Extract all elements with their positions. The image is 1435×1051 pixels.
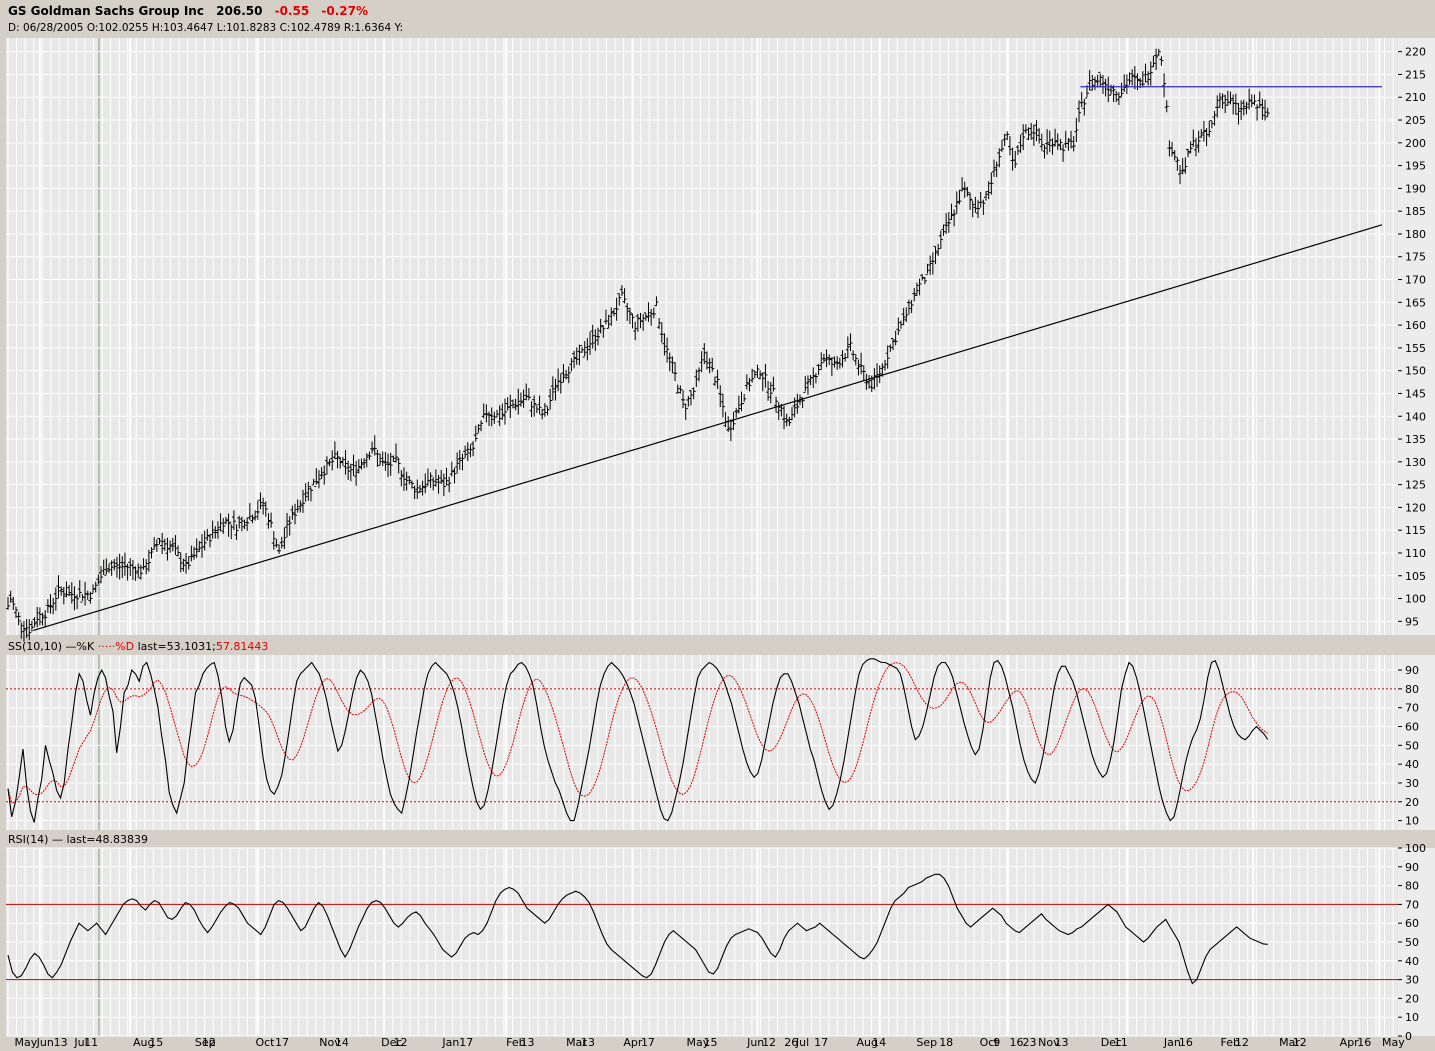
x-axis-label: Jan — [441, 1036, 459, 1049]
stoch-legend: SS(10,10) —%K ·····%D last=53.1031;57.81… — [8, 640, 268, 653]
price-axis-tick-label: 180 — [1405, 228, 1426, 241]
stoch-axis-tick-label: 20 — [1405, 796, 1419, 809]
rsi-axis-tick-label: 70 — [1405, 898, 1419, 911]
rsi-axis-tick-label: 50 — [1405, 936, 1419, 949]
x-axis-label: Jun — [36, 1036, 54, 1049]
price-axis-tick-label: 115 — [1405, 524, 1426, 537]
price-axis-tick-label: 175 — [1405, 251, 1426, 264]
panel-background-0 — [6, 38, 1398, 635]
x-axis-label: 16 — [1179, 1036, 1193, 1049]
price-axis-tick-label: 185 — [1405, 205, 1426, 218]
price-axis-tick-label: 110 — [1405, 547, 1426, 560]
panel-background-1 — [6, 655, 1398, 830]
x-axis-label: 18 — [939, 1036, 953, 1049]
price-axis-tick-label: 145 — [1405, 387, 1426, 400]
price-axis-tick-label: 160 — [1405, 319, 1426, 332]
price-axis-tick-label: 130 — [1405, 456, 1426, 469]
x-axis-label: 23 — [1023, 1036, 1037, 1049]
x-axis-label: Apr — [623, 1036, 643, 1049]
price-axis-tick-label: 100 — [1405, 593, 1426, 606]
stoch-axis-tick-label: 80 — [1405, 683, 1419, 696]
price-axis-tick-label: 165 — [1405, 296, 1426, 309]
price-axis-tick-label: 195 — [1405, 160, 1426, 173]
x-axis-label: 13 — [581, 1036, 595, 1049]
stock-chart[interactable]: 9510010511011512012513013514014515015516… — [0, 0, 1435, 1051]
rsi-axis-tick-label: 20 — [1405, 992, 1419, 1005]
stoch-axis-tick-label: 30 — [1405, 777, 1419, 790]
stoch-axis-tick-label: 10 — [1405, 815, 1419, 828]
rsi-axis-tick-label: 80 — [1405, 880, 1419, 893]
rsi-axis-tick-label: 60 — [1405, 917, 1419, 930]
x-axis-label: 17 — [459, 1036, 473, 1049]
x-axis-label: Jul — [795, 1036, 809, 1049]
price-axis-tick-label: 190 — [1405, 182, 1426, 195]
price-axis-tick-label: 200 — [1405, 137, 1426, 150]
x-axis-label: 15 — [703, 1036, 717, 1049]
x-axis-label: 17 — [641, 1036, 655, 1049]
x-axis-label: 13 — [1054, 1036, 1068, 1049]
axis-background-0 — [1398, 38, 1435, 635]
stoch-axis-tick-label: 60 — [1405, 721, 1419, 734]
price-axis-tick-label: 95 — [1405, 615, 1419, 628]
x-axis-label: 13 — [520, 1036, 534, 1049]
x-axis-label: May — [15, 1036, 38, 1049]
rsi-axis-tick-label: 10 — [1405, 1011, 1419, 1024]
price-axis-tick-label: 220 — [1405, 46, 1426, 59]
x-axis-label: 17 — [275, 1036, 289, 1049]
price-axis-tick-label: 135 — [1405, 433, 1426, 446]
price-axis-tick-label: 155 — [1405, 342, 1426, 355]
price-axis-tick-label: 120 — [1405, 501, 1426, 514]
x-axis-label: 15 — [149, 1036, 163, 1049]
x-axis-label: 14 — [872, 1036, 886, 1049]
stoch-axis-tick-label: 50 — [1405, 739, 1419, 752]
x-axis-label: 14 — [335, 1036, 349, 1049]
chart-panels — [6, 38, 1435, 1037]
stoch-axis-tick-label: 70 — [1405, 702, 1419, 715]
x-axis-label: 13 — [54, 1036, 68, 1049]
price-axis-tick-label: 125 — [1405, 479, 1426, 492]
stoch-axis-tick-label: 40 — [1405, 758, 1419, 771]
price-axis-tick-label: 150 — [1405, 365, 1426, 378]
price-axis-tick-label: 105 — [1405, 570, 1426, 583]
price-axis-tick-label: 215 — [1405, 68, 1426, 81]
x-axis-label: Sep — [916, 1036, 937, 1049]
price-axis-tick-label: 205 — [1405, 114, 1426, 127]
x-axis-label: 12 — [1235, 1036, 1249, 1049]
price-axis-tick-label: 170 — [1405, 274, 1426, 287]
x-axis-label: 9 — [993, 1036, 1000, 1049]
x-axis-label: 17 — [814, 1036, 828, 1049]
rsi-axis-tick-label: 0 — [1405, 1030, 1412, 1043]
x-axis-label: May — [1382, 1036, 1405, 1049]
x-axis-label: 16 — [1010, 1036, 1024, 1049]
price-axis-tick-label: 140 — [1405, 410, 1426, 423]
stoch-axis-tick-label: 90 — [1405, 664, 1419, 677]
rsi-axis-tick-label: 30 — [1405, 974, 1419, 987]
x-axis-label: 11 — [84, 1036, 98, 1049]
rsi-axis-tick-label: 100 — [1405, 842, 1426, 855]
x-axis-label: 12 — [202, 1036, 216, 1049]
rsi-legend: RSI(14) — last=48.83839 — [8, 833, 148, 846]
x-axis-label: Oct — [255, 1036, 275, 1049]
x-axis-label: 11 — [1114, 1036, 1128, 1049]
price-axis-tick-label: 210 — [1405, 91, 1426, 104]
x-axis-label: 12 — [394, 1036, 408, 1049]
x-axis-label: 16 — [1357, 1036, 1371, 1049]
rsi-axis-tick-label: 40 — [1405, 955, 1419, 968]
x-axis-label: Apr — [1340, 1036, 1360, 1049]
x-axis-label: 12 — [1293, 1036, 1307, 1049]
x-axis-label: 12 — [762, 1036, 776, 1049]
rsi-axis-tick-label: 90 — [1405, 861, 1419, 874]
